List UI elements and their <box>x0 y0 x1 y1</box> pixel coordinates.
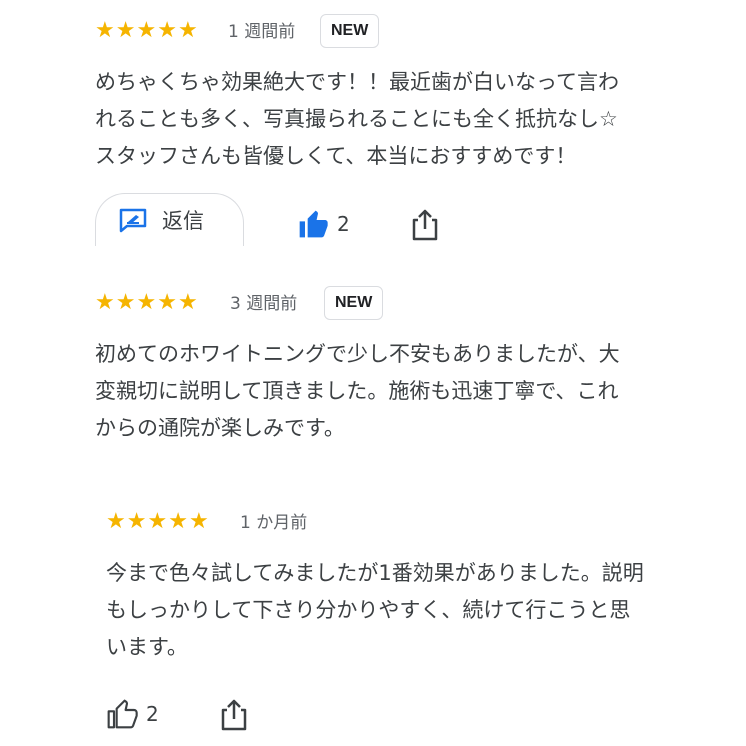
reply-label: 返信 <box>162 209 204 233</box>
star-icon: ★ <box>177 18 198 43</box>
star-icon: ★ <box>188 509 209 534</box>
star-icon: ★ <box>157 290 177 315</box>
like-count: 2 <box>337 212 350 236</box>
review-card: ★ ★ ★ ★ ★ 3 週間前 NEW 初めてのホワイトニングで少し不安もありま… <box>0 280 746 470</box>
review-text: 今まで色々試してみましたが1番効果がありました。説明 もしっかりして下さり分かり… <box>106 561 644 659</box>
review-time: 3 週間前 <box>230 294 298 314</box>
star-icon: ★ <box>115 18 136 43</box>
review-card: ★ ★ ★ ★ ★ 1 か月前 今まで色々試してみましたが1番効果がありました。… <box>0 500 746 746</box>
star-icon: ★ <box>168 509 188 534</box>
star-icon: ★ <box>95 18 115 43</box>
like-button[interactable]: 2 <box>106 698 159 730</box>
star-rating: ★ ★ ★ ★ ★ <box>95 20 198 42</box>
star-rating: ★ ★ ★ ★ ★ <box>95 292 198 314</box>
share-icon <box>219 698 249 732</box>
star-icon: ★ <box>126 509 147 534</box>
review-text: 初めてのホワイトニングで少し不安もありましたが、大 変親切に説明して頂きました。… <box>95 342 620 440</box>
review-card: ★ ★ ★ ★ ★ 1 週間前 NEW めちゃくちゃ効果絶大です！！最近歯が白い… <box>0 0 746 270</box>
share-button[interactable] <box>410 208 440 242</box>
reply-icon <box>118 207 148 233</box>
star-icon: ★ <box>136 290 157 315</box>
star-icon: ★ <box>95 290 115 315</box>
reply-button[interactable]: 返信 <box>95 193 244 246</box>
review-time: 1 か月前 <box>240 513 308 533</box>
thumbs-up-icon <box>106 698 138 730</box>
star-icon: ★ <box>115 290 136 315</box>
star-icon: ★ <box>177 290 198 315</box>
share-button[interactable] <box>219 698 249 732</box>
star-icon: ★ <box>136 18 157 43</box>
new-badge: NEW <box>320 14 380 48</box>
review-text: めちゃくちゃ効果絶大です！！最近歯が白いなって言わ れることも多く、写真撮られる… <box>95 70 619 168</box>
star-icon: ★ <box>147 509 168 534</box>
new-badge: NEW <box>324 286 384 320</box>
like-count: 2 <box>146 702 159 726</box>
thumbs-up-icon <box>297 208 329 240</box>
star-icon: ★ <box>157 18 177 43</box>
star-icon: ★ <box>106 509 126 534</box>
share-icon <box>410 208 440 242</box>
star-rating: ★ ★ ★ ★ ★ <box>106 511 209 533</box>
like-button[interactable]: 2 <box>297 208 350 240</box>
review-time: 1 週間前 <box>228 22 296 42</box>
